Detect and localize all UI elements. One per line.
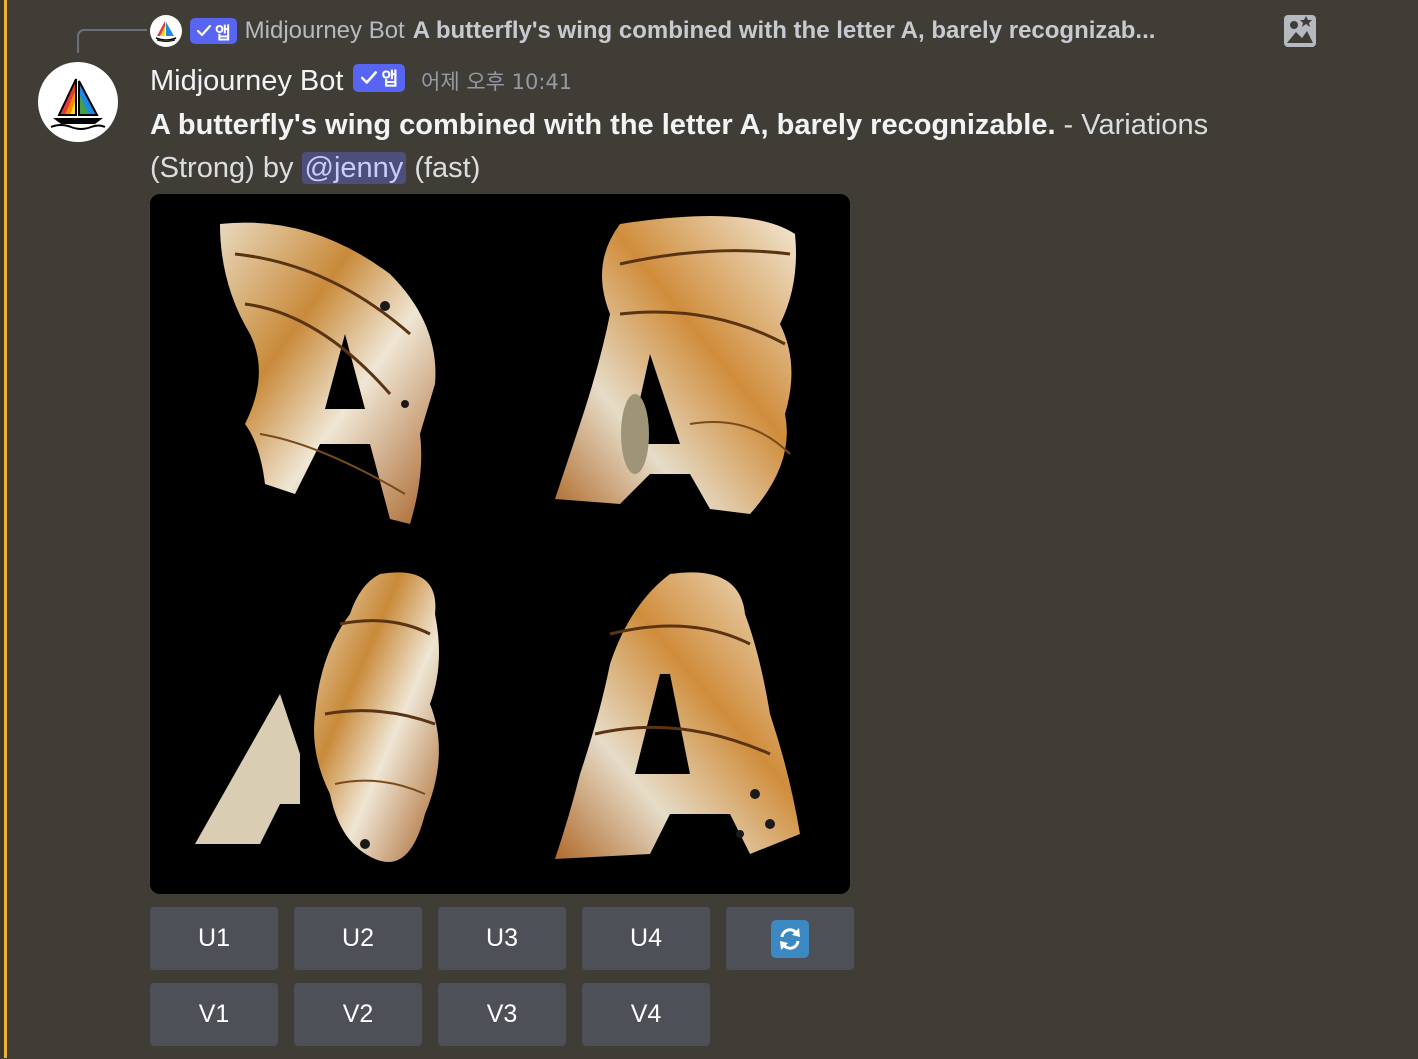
butterfly-letter-a-grid xyxy=(150,194,850,894)
app-badge-label: 앱 xyxy=(381,69,398,90)
user-mention[interactable]: @jenny xyxy=(301,152,407,184)
verified-check-icon xyxy=(196,24,212,37)
upscale-2-button[interactable]: U2 xyxy=(294,907,422,970)
author-avatar[interactable] xyxy=(38,62,118,142)
reply-message-text[interactable]: A butterfly's wing combined with the let… xyxy=(413,17,1258,45)
variation-3-button[interactable]: V3 xyxy=(438,983,566,1046)
reply-avatar[interactable] xyxy=(150,15,182,47)
sailboat-logo-icon xyxy=(155,21,177,42)
refresh-icon xyxy=(771,919,809,958)
verified-check-icon xyxy=(361,71,378,84)
sailboat-logo-icon xyxy=(50,78,106,130)
variation-1-button[interactable]: V1 xyxy=(150,983,278,1046)
image-icon xyxy=(1284,15,1316,47)
mention-highlight-stripe xyxy=(4,0,7,1058)
prompt-text: A butterfly's wing combined with the let… xyxy=(150,109,1056,141)
reroll-button[interactable] xyxy=(726,907,854,970)
variation-row: V1 V2 V3 V4 xyxy=(150,983,854,1046)
author-name[interactable]: Midjourney Bot xyxy=(150,65,343,98)
upscale-3-button[interactable]: U3 xyxy=(438,907,566,970)
app-badge-label: 앱 xyxy=(215,23,231,44)
app-badge: 앱 xyxy=(190,18,237,44)
speed-label: (fast) xyxy=(406,152,481,184)
variation-4-button[interactable]: V4 xyxy=(582,983,710,1046)
reply-preview[interactable]: 앱 Midjourney Bot A butterfly's wing comb… xyxy=(150,12,1318,50)
message-content: A butterfly's wing combined with the let… xyxy=(150,104,1280,190)
reply-author-name[interactable]: Midjourney Bot xyxy=(245,17,405,45)
app-badge: 앱 xyxy=(353,64,405,92)
upscale-4-button[interactable]: U4 xyxy=(582,907,710,970)
action-buttons: U1 U2 U3 U4 V1 V2 V3 V4 xyxy=(150,907,854,1059)
highlight-accent-bar xyxy=(0,0,8,1058)
upscale-row: U1 U2 U3 U4 xyxy=(150,907,854,970)
reply-connector-line xyxy=(77,29,147,53)
message-header: Midjourney Bot 앱 어제 오후 10:41 xyxy=(150,60,572,102)
upscale-1-button[interactable]: U1 xyxy=(150,907,278,970)
variation-2-button[interactable]: V2 xyxy=(294,983,422,1046)
message-timestamp[interactable]: 어제 오후 10:41 xyxy=(421,66,572,96)
generated-image-grid[interactable] xyxy=(150,194,850,894)
